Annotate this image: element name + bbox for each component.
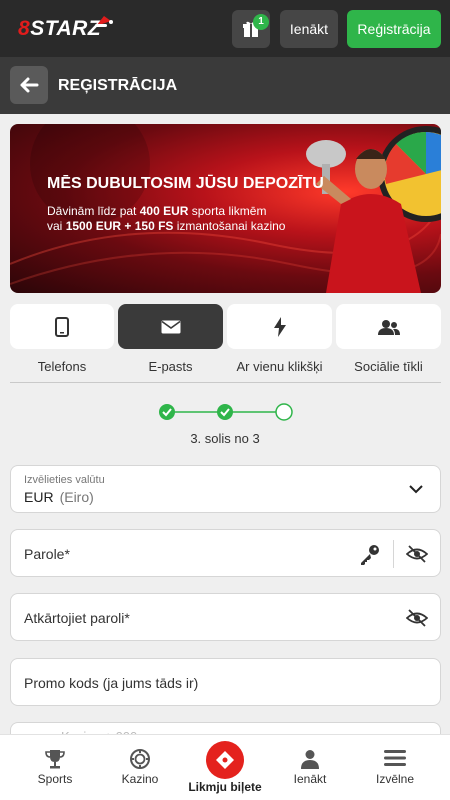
- banner-title: MĒS DUBULTOSIM JŪSU DEPOZĪTU: [47, 175, 324, 192]
- currency-select[interactable]: Izvēlieties valūtu EUR (Eiro): [10, 465, 441, 513]
- nav-menu-label: Izvēlne: [375, 772, 415, 786]
- chip-icon: [130, 749, 150, 769]
- nav-sports-label: Sports: [37, 772, 73, 786]
- nav-betslip-label[interactable]: Likmju biļete: [170, 780, 280, 794]
- step-counter: 3. solis no 3: [190, 431, 260, 446]
- santa-hat-icon: [95, 16, 113, 27]
- envelope-icon: [161, 320, 180, 333]
- repeat-password-field[interactable]: Atkārtojiet paroli*: [10, 593, 441, 641]
- repeat-password-placeholder: Atkārtojiet paroli*: [24, 610, 130, 626]
- promo-banner[interactable]: MĒS DUBULTOSIM JŪSU DEPOZĪTU Dāvinām līd…: [10, 124, 441, 293]
- tab-social[interactable]: [336, 304, 441, 349]
- nav-sports[interactable]: Sports: [10, 735, 100, 800]
- top-bar: 8STARZ 1 Ienākt Reģistrācija: [0, 0, 450, 57]
- lightning-icon: [273, 316, 286, 337]
- currency-select-label: Izvēlieties valūtu: [24, 474, 105, 486]
- user-icon: [301, 750, 319, 769]
- phone-icon: [55, 316, 69, 337]
- step-3-current-icon: [275, 403, 293, 421]
- nav-menu[interactable]: Izvēlne: [350, 735, 440, 800]
- currency-select-value: EUR (Eiro): [24, 489, 94, 505]
- tab-phone[interactable]: [10, 304, 114, 349]
- promo-code-field[interactable]: Promo kods (ja jums tāds ir): [10, 658, 441, 706]
- nav-login[interactable]: Ienākt: [265, 735, 355, 800]
- bottom-nav: Sports Kazino Likmju biļete Ienākt Izvēl…: [0, 734, 450, 800]
- banner-text: Dāvinām līdz pat 400 EUR sporta likmēm v…: [47, 204, 286, 233]
- people-icon: [377, 319, 400, 335]
- menu-icon: [384, 750, 406, 766]
- key-icon[interactable]: [359, 543, 381, 565]
- back-button[interactable]: [10, 66, 48, 104]
- login-button[interactable]: Ienākt: [280, 10, 338, 48]
- step-2-complete-icon: [217, 404, 233, 420]
- nav-login-label: Ienākt: [293, 772, 327, 786]
- password-placeholder: Parole*: [24, 546, 70, 562]
- arrow-left-icon: [20, 77, 39, 93]
- tab-label-one-click[interactable]: Ar vienu klikšķi: [227, 359, 332, 374]
- eye-slash-icon[interactable]: [406, 609, 428, 627]
- step-1-complete-icon: [159, 404, 175, 420]
- page-header: REĢISTRĀCIJA: [0, 57, 450, 114]
- tab-label-phone[interactable]: Telefons: [10, 359, 114, 374]
- ticket-icon: [216, 751, 234, 769]
- logo[interactable]: 8STARZ: [18, 17, 101, 41]
- chevron-down-icon: [409, 485, 423, 494]
- page-title: REĢISTRĀCIJA: [58, 77, 178, 94]
- gift-count-badge: 1: [253, 14, 269, 30]
- tabs-divider: [10, 382, 441, 383]
- gift-button[interactable]: 1: [232, 10, 270, 48]
- password-field[interactable]: Parole*: [10, 529, 441, 577]
- nav-betslip-button[interactable]: [206, 741, 244, 779]
- promo-code-placeholder: Promo kods (ja jums tāds ir): [24, 675, 199, 691]
- field-divider: [393, 540, 394, 568]
- eye-slash-icon[interactable]: [406, 545, 428, 563]
- tab-email[interactable]: [118, 304, 223, 349]
- register-button[interactable]: Reģistrācija: [347, 10, 441, 48]
- tab-label-email[interactable]: E-pasts: [118, 359, 223, 374]
- step-progress: [159, 403, 293, 421]
- trophy-icon: [45, 750, 65, 769]
- player-with-trophy-image: [306, 126, 441, 293]
- tab-label-social[interactable]: Sociālie tīkli: [336, 359, 441, 374]
- tab-one-click[interactable]: [227, 304, 332, 349]
